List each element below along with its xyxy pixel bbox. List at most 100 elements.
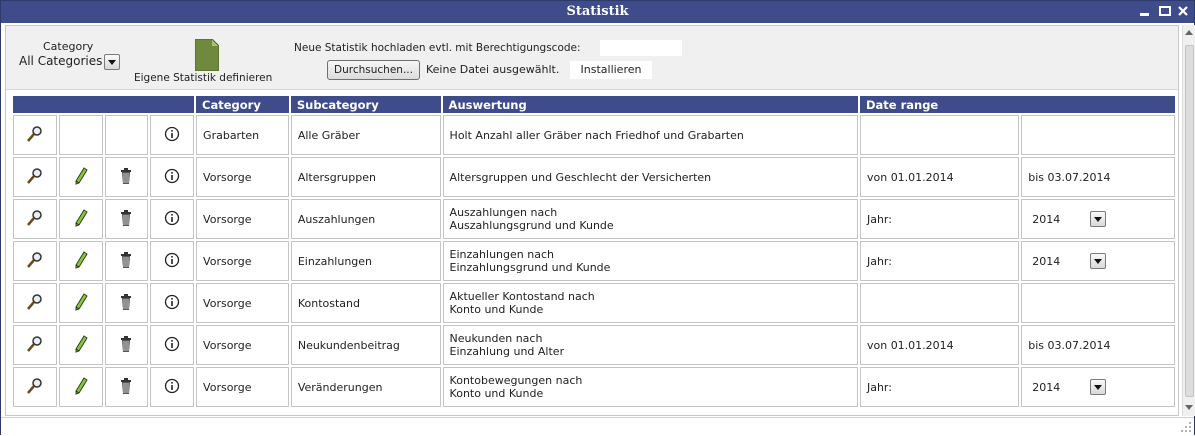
year-cell: 2014: [1021, 367, 1175, 407]
year-value: 2014: [1032, 213, 1061, 226]
year-dropdown-button[interactable]: [1090, 253, 1107, 269]
pencil-icon[interactable]: [74, 292, 88, 314]
category-dropdown-button[interactable]: [104, 54, 120, 70]
close-icon[interactable]: [1176, 4, 1190, 18]
resize-grip-icon[interactable]: [1180, 421, 1192, 433]
header-date-range: Date range: [859, 96, 1175, 113]
year-select[interactable]: 2014: [1028, 211, 1128, 227]
pencil-icon[interactable]: [74, 208, 88, 230]
install-button[interactable]: Installieren: [570, 61, 652, 79]
browse-button[interactable]: Durchsuchen...: [327, 60, 420, 80]
date-from-label: von: [866, 170, 888, 184]
document-icon[interactable]: [194, 38, 220, 72]
statistics-table: Category Subcategory Auswertung Date ran…: [11, 94, 1177, 409]
edit-cell: [58, 199, 103, 239]
header-actions: [13, 96, 195, 113]
view-cell: [13, 157, 57, 197]
category-cell: Grabarten: [196, 115, 289, 155]
pencil-icon[interactable]: [74, 250, 88, 272]
title-bar: Statistik: [1, 1, 1194, 23]
trash-icon[interactable]: [119, 167, 133, 188]
year-value: 2014: [1032, 381, 1061, 394]
trash-icon[interactable]: [119, 209, 133, 230]
auswertung-line: Kontobewegungen nach: [449, 374, 583, 387]
magnifier-icon[interactable]: [26, 377, 44, 398]
table-row: Vorsorge Kontostand Aktueller Kontostand n…: [13, 283, 1175, 323]
magnifier-icon[interactable]: [26, 167, 44, 188]
date-from-value[interactable]: 01.01.2014: [891, 339, 954, 352]
year-cell: 2014: [1021, 241, 1175, 281]
date-from-cell: von 01.01.2014: [859, 325, 1020, 365]
magnifier-icon[interactable]: [26, 251, 44, 272]
window-title: Statistik: [566, 4, 629, 19]
auswertung-cell: Altersgruppen und Geschlecht der Versich…: [442, 157, 858, 197]
info-icon[interactable]: [164, 210, 180, 229]
delete-cell: [104, 157, 149, 197]
date-to-value[interactable]: 03.07.2014: [1048, 339, 1111, 352]
trash-icon[interactable]: [119, 335, 133, 356]
magnifier-icon[interactable]: [26, 125, 44, 146]
pencil-icon[interactable]: [74, 334, 88, 356]
pencil-icon[interactable]: [74, 166, 88, 188]
category-filter-value[interactable]: All Categories: [19, 54, 102, 68]
magnifier-icon[interactable]: [26, 335, 44, 356]
auswertung-line: Konto und Kunde: [449, 303, 544, 316]
subcategory-cell: Veränderungen: [290, 367, 441, 407]
info-icon[interactable]: [164, 378, 180, 397]
date-from-cell: Jahr:: [859, 199, 1020, 239]
info-icon[interactable]: [164, 252, 180, 271]
define-statistic-link[interactable]: Eigene Statistik definieren: [134, 72, 272, 84]
magnifier-icon[interactable]: [26, 293, 44, 314]
date-from-cell: von 01.01.2014: [859, 157, 1020, 197]
subcategory-cell: Kontostand: [290, 283, 441, 323]
delete-cell: [104, 367, 149, 407]
auswertung-cell: Holt Anzahl aller Gräber nach Friedhof u…: [442, 115, 858, 155]
delete-cell: [104, 115, 149, 155]
date-to-cell: bis 03.07.2014: [1021, 325, 1175, 365]
magnifier-icon[interactable]: [26, 209, 44, 230]
year-dropdown-button[interactable]: [1090, 211, 1107, 227]
restore-icon[interactable]: [1158, 4, 1172, 18]
vertical-scrollbar[interactable]: [1182, 25, 1195, 416]
info-icon[interactable]: [164, 168, 180, 187]
date-to-label: bis: [1028, 338, 1045, 352]
auswertung-cell: Neukunden nach Einzahlung und Alter: [442, 325, 858, 365]
auswertung-line: Holt Anzahl aller Gräber nach Friedhof u…: [449, 128, 744, 142]
date-from-cell: Jahr:: [859, 241, 1020, 281]
category-cell: Vorsorge: [196, 241, 289, 281]
delete-cell: [104, 283, 149, 323]
info-icon[interactable]: [164, 126, 180, 145]
subcategory-cell: Alle Gräber: [290, 115, 441, 155]
date-from-label: von: [866, 338, 888, 352]
status-strip: [1, 417, 1194, 435]
category-cell: Vorsorge: [196, 283, 289, 323]
info-icon[interactable]: [164, 336, 180, 355]
info-icon[interactable]: [164, 294, 180, 313]
date-from-value[interactable]: 01.01.2014: [891, 171, 954, 184]
table-row: Vorsorge Veränderungen Kontobewegungen nac…: [13, 367, 1175, 407]
year-dropdown-button[interactable]: [1090, 379, 1107, 395]
year-cell: 2014: [1021, 199, 1175, 239]
view-cell: [13, 367, 57, 407]
info-cell: [150, 283, 195, 323]
trash-icon[interactable]: [119, 377, 133, 398]
table-header-row: Category Subcategory Auswertung Date ran…: [13, 96, 1175, 113]
scroll-up-icon[interactable]: [1185, 30, 1193, 35]
scroll-down-icon[interactable]: [1185, 405, 1193, 410]
permission-code-input[interactable]: [600, 40, 682, 56]
trash-icon[interactable]: [119, 293, 133, 314]
year-select[interactable]: 2014: [1028, 379, 1128, 395]
date-to-value[interactable]: 03.07.2014: [1048, 171, 1111, 184]
scroll-thumb[interactable]: [1185, 45, 1194, 397]
subcategory-cell: Altersgruppen: [290, 157, 441, 197]
pencil-icon[interactable]: [74, 376, 88, 398]
auswertung-line: Auszahlungen nach: [449, 206, 558, 219]
year-select[interactable]: 2014: [1028, 253, 1128, 269]
table-row: Vorsorge Neukundenbeitrag Neukunden nach Ei…: [13, 325, 1175, 365]
trash-icon[interactable]: [119, 251, 133, 272]
subcategory-cell: Einzahlungen: [290, 241, 441, 281]
minimize-icon[interactable]: [1138, 4, 1152, 18]
delete-cell: [104, 325, 149, 365]
view-cell: [13, 283, 57, 323]
date-from-cell: [859, 115, 1020, 155]
